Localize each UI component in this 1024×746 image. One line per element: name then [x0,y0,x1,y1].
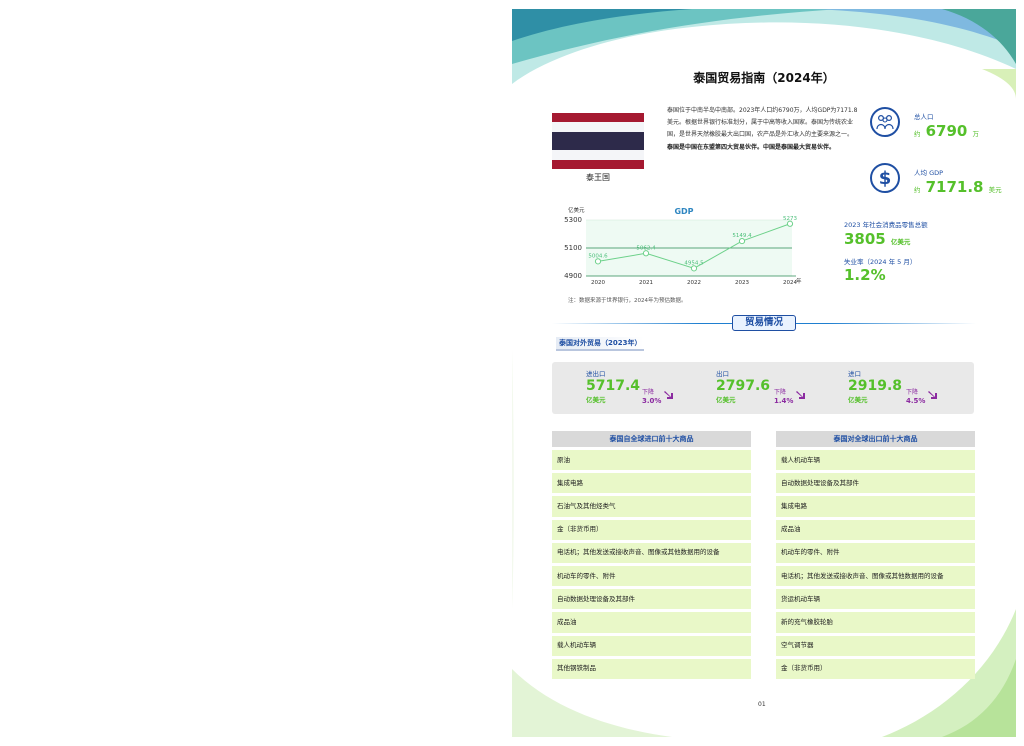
chart-data-label: 5062.4 [636,245,656,251]
chart-data-label: 5004.6 [588,253,608,259]
trade-total-direction: 下降 [642,389,655,396]
gdp-per-capita-value: 7171.8 [925,178,984,196]
imports-row: 石油气及其他烃类气 [552,496,751,517]
trade-import-percent: 4.5% [906,397,926,405]
trade-item-import: 进口 2919.8 亿美元 [848,368,902,404]
page-title: 泰国贸易指南（2024年） [693,71,835,85]
imports-row: 原油 [552,450,751,471]
unemployment-label: 失业率（2024 年 5 月） [844,258,917,266]
population-prefix: 约 [914,130,921,138]
exports-row: 载人机动车辆 [776,450,975,471]
chart-y-axis-label: 亿美元 [568,206,585,214]
imports-table-header: 泰国自全球进口前十大商品 [552,431,751,447]
gdp-per-capita-unit: 美元 [988,186,1002,194]
chart-x-tick-label: 2023 [735,280,749,286]
chart-x-tick-label: 2022 [687,280,701,286]
gdp-per-capita-value-group: 约 7171.8 美元 [914,177,1002,196]
imports-row: 金（非货币用） [552,519,751,540]
exports-row: 成品油 [776,519,975,540]
chart-x-tick-label: 2021 [639,280,653,286]
imports-row: 成品油 [552,612,751,633]
trade-total-percent: 3.0% [642,397,662,405]
exports-row: 货运机动车辆 [776,589,975,610]
exports-table-header: 泰国对全球出口前十大商品 [776,431,975,447]
trade-total-unit: 亿美元 [586,396,606,404]
chart-title: GDP [674,207,693,216]
population-stat [870,107,900,137]
trade-export-value: 2797.6 [716,378,771,394]
retail-value: 3805 [844,230,886,248]
trade-item-total: 进出口 5717.4 亿美元 [586,368,640,404]
exports-row: 金（非货币用） [776,658,975,679]
people-icon [870,107,900,137]
imports-row: 集成电路 [552,473,751,494]
imports-row: 其他钢铁制品 [552,658,751,679]
trade-summary-box: 进出口 5717.4 亿美元 下降 3.0% 出口 2797.6 亿美元 下降 … [552,362,974,414]
intro-paragraph-2: 泰国是中国在东盟第四大贸易伙伴。中国是泰国最大贸易伙伴。 [667,144,836,151]
trade-export-percent: 1.4% [774,397,794,405]
gdp-per-capita-prefix: 约 [914,186,921,194]
trade-export-direction: 下降 [774,389,787,396]
exports-row: 集成电路 [776,496,975,517]
gdp-chart: GDP 亿美元 年 5300510049002020 2021 2022 2023 20… [564,206,802,286]
trade-item-export: 出口 2797.6 亿美元 [716,368,770,404]
imports-row: 机动车的零件、附件 [552,565,751,587]
gdp-per-capita-label: 人均 GDP [914,169,944,177]
exports-row: 新的充气橡胶轮胎 [776,612,975,633]
population-value-group: 约 6790 万 [914,121,979,140]
chart-data-point [786,220,794,227]
population-unit: 万 [972,130,979,138]
trade-import-direction: 下降 [906,389,919,396]
trade-section-heading: 贸易情况 [732,315,796,331]
trade-total-label: 进出口 [586,370,606,378]
retail-value-group: 3805 亿美元 [844,229,910,248]
population-label: 总人口 [914,113,934,121]
chart-x-tick-label: 2020 [591,280,605,286]
down-arrow-icon [664,391,673,399]
chart-x-tick-label: 2024 [783,280,797,286]
down-arrow-icon [928,391,937,399]
chart-data-label: 5273 [783,216,797,222]
chart-data-point [738,237,746,245]
trade-export-label: 出口 [716,370,729,378]
exports-row: 空气调节器 [776,635,975,656]
trade-export-unit: 亿美元 [716,396,736,404]
chart-data-label: 4954.5 [684,260,704,266]
exports-row: 机动车的零件、附件 [776,542,975,564]
down-arrow-icon [796,391,805,399]
thailand-flag [552,113,644,169]
country-name: 泰王国 [586,173,610,182]
chart-data-point [690,265,698,272]
imports-row: 载人机动车辆 [552,635,751,656]
trade-total-value: 5717.4 [586,378,641,394]
intro-text: 泰国位于中南半岛中南部。2023年人口约6790万，人均GDP为7171.8美元… [667,105,859,154]
trade-import-unit: 亿美元 [848,396,868,404]
chart-note: 注：数据来源于世界银行，2024年为预估数据。 [568,298,687,304]
intro-paragraph-1: 泰国位于中南半岛中南部。2023年人口约6790万，人均GDP为7171.8美元… [667,107,858,138]
chart-y-tick-label: 5100 [564,244,582,252]
retail-unit: 亿美元 [890,238,911,246]
chart-y-tick-label: 4900 [564,272,582,280]
imports-row: 电话机；其他发送或接收声音、图像或其他数据用的设备 [552,542,751,564]
chart-data-label: 5149.4 [732,233,752,239]
imports-table: 泰国自全球进口前十大商品 原油 集成电路 石油气及其他烃类气 金（非货币用） 电… [552,431,751,682]
unemployment-value: 1.2% [844,266,886,284]
dollar-icon: $ [870,163,900,193]
chart-y-tick-label: 5300 [564,216,582,224]
chart-data-point [642,250,650,257]
exports-row: 自动数据处理设备及其部件 [776,473,975,494]
retail-label: 2023 年社会消费品零售总额 [844,221,928,229]
page-number: 01 [758,701,766,708]
exports-row: 电话机；其他发送或接收声音、图像或其他数据用的设备 [776,565,975,587]
imports-row: 自动数据处理设备及其部件 [552,589,751,610]
trade-subtitle: 泰国对外贸易（2023年） [556,337,645,351]
chart-data-point [594,258,602,265]
trade-import-value: 2919.8 [848,378,903,394]
document-page: 泰国贸易指南（2024年） 泰王国 泰国位于中南半岛中南部。2023年人口约67… [512,9,1016,737]
gdp-per-capita-stat: $ [870,163,900,193]
population-value: 6790 [925,122,968,140]
trade-import-label: 进口 [848,370,861,378]
exports-table: 泰国对全球出口前十大商品 载人机动车辆 自动数据处理设备及其部件 集成电路 成品… [776,431,975,682]
